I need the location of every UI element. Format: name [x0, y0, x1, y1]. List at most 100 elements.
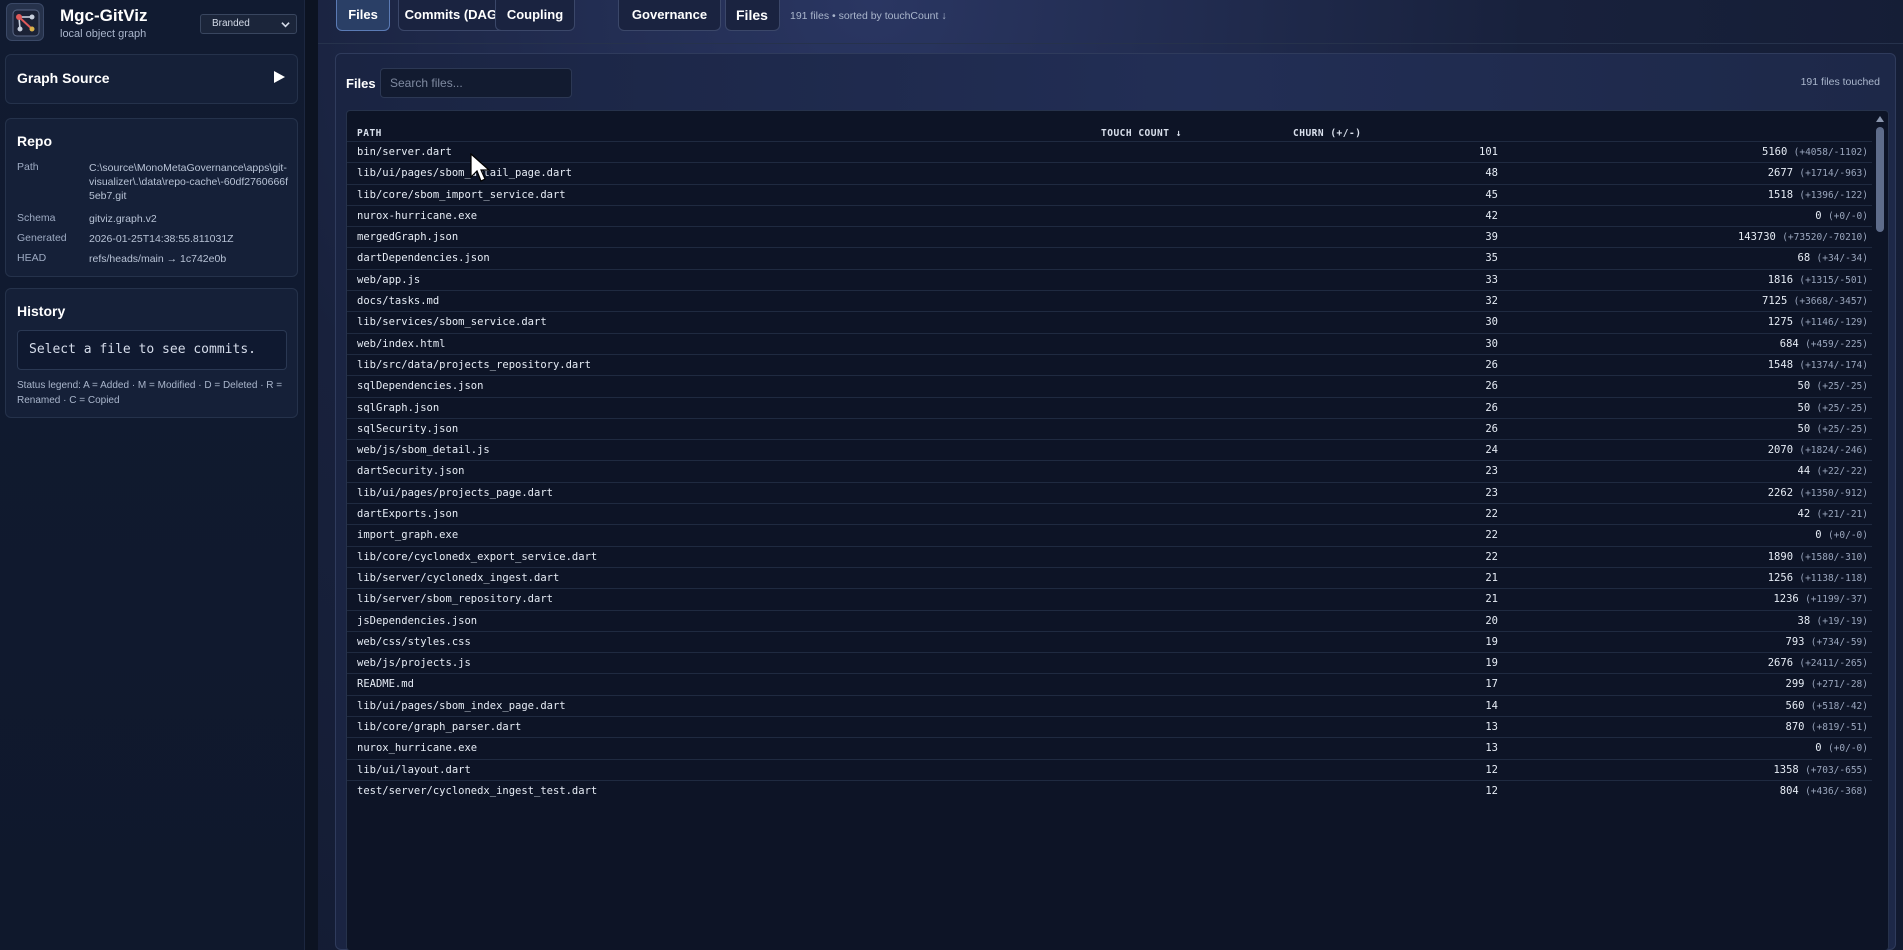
table-row[interactable]: dartDependencies.json 35 68 (+34/-34) [347, 247, 1872, 268]
table-row[interactable]: web/css/styles.css 19 793 (+734/-59) [347, 630, 1872, 652]
table-row[interactable]: test/server/cyclonedx_ingest_test.dart 12… [347, 779, 1872, 801]
churn-delta: (+25/-25) [1816, 381, 1868, 393]
tab-governance[interactable]: Governance [618, 0, 721, 31]
table-row[interactable]: lib/ui/pages/sbom_index_page.dart 14 560 (… [347, 694, 1872, 716]
table-row[interactable]: nurox-hurricane.exe 42 0 (+0/-0) [347, 204, 1872, 226]
churn-cell: 50 (+25/-25) [1798, 423, 1868, 435]
theme-select[interactable]: Branded [200, 14, 297, 34]
table-row[interactable]: lib/core/sbom_import_service.dart 45 1518 … [347, 183, 1872, 205]
churn-delta: (+459/-225) [1805, 338, 1868, 350]
churn-total: 1816 [1767, 273, 1794, 286]
touch-count: 24 [1485, 444, 1498, 457]
column-header-touch-count[interactable]: TOUCH COUNT ↓ [1101, 128, 1182, 139]
file-path: lib/ui/layout.dart [357, 763, 471, 776]
churn-total: 870 [1785, 721, 1805, 734]
churn-cell: 684 (+459/-225) [1780, 338, 1868, 350]
table-row[interactable]: dartExports.json 22 42 (+21/-21) [347, 503, 1872, 524]
table-row[interactable]: sqlGraph.json 26 50 (+25/-25) [347, 396, 1872, 418]
table-row[interactable]: web/app.js 33 1816 (+1315/-501) [347, 268, 1872, 290]
table-row[interactable]: lib/core/graph_parser.dart 13 870 (+819/-5… [347, 716, 1872, 737]
churn-delta: (+819/-51) [1810, 722, 1868, 734]
churn-total: 44 [1797, 465, 1811, 478]
table-row[interactable]: sqlDependencies.json 26 50 (+25/-25) [347, 375, 1872, 396]
table-row[interactable]: bin/server.dart 101 5160 (+4058/-1102) [347, 141, 1872, 162]
touch-count: 21 [1485, 593, 1498, 606]
file-path: lib/services/sbom_service.dart [357, 316, 547, 329]
touch-count: 26 [1485, 380, 1498, 393]
repo-schema-label: Schema [17, 212, 56, 224]
column-header-churn[interactable]: CHURN (+/-) [1293, 128, 1361, 139]
column-header-path[interactable]: PATH [357, 128, 382, 139]
file-path: sqlGraph.json [357, 401, 440, 414]
churn-total: 684 [1779, 337, 1799, 350]
table-row[interactable]: jsDependencies.json 20 38 (+19/-19) [347, 609, 1872, 631]
file-path: lib/core/cyclonedx_export_service.dart [357, 550, 598, 563]
graph-source-card[interactable]: Graph Source [5, 54, 298, 104]
table-row[interactable]: docs/tasks.md 32 7125 (+3668/-3457) [347, 290, 1872, 311]
table-row[interactable]: web/js/sbom_detail.js 24 2070 (+1824/-246) [347, 439, 1872, 460]
touch-count: 19 [1485, 657, 1498, 670]
churn-cell: 1518 (+1396/-122) [1768, 189, 1868, 201]
table-row[interactable]: web/js/projects.js 19 2676 (+2411/-265) [347, 652, 1872, 673]
churn-delta: (+0/-0) [1827, 743, 1868, 755]
files-panel: Files 191 files touched PATH TOUCH COUNT… [335, 53, 1896, 950]
chevron-down-icon [281, 22, 290, 28]
churn-cell: 50 (+25/-25) [1798, 402, 1868, 414]
churn-total: 1548 [1767, 358, 1794, 371]
table-row[interactable]: lib/services/sbom_service.dart 30 1275 (+1… [347, 311, 1872, 332]
touch-count: 26 [1485, 422, 1498, 435]
tab-coupling[interactable]: Coupling [495, 0, 575, 31]
tab-files[interactable]: Files [336, 0, 390, 31]
churn-total: 2070 [1767, 444, 1794, 457]
file-path: dartSecurity.json [357, 465, 465, 478]
table-row[interactable]: nurox_hurricane.exe 13 0 (+0/-0) [347, 737, 1872, 758]
context-label: Files [725, 0, 780, 31]
churn-total: 2676 [1767, 657, 1794, 670]
table-row[interactable]: lib/ui/pages/projects_page.dart 23 2262 (+… [347, 481, 1872, 503]
churn-delta: (+703/-655) [1805, 764, 1868, 776]
caret-up-icon[interactable] [1876, 116, 1884, 122]
churn-cell: 143730 (+73520/-70210) [1738, 231, 1868, 243]
graph-source-title: Graph Source [17, 70, 110, 86]
scroll-thumb[interactable] [1876, 127, 1884, 232]
churn-total: 299 [1785, 678, 1805, 691]
table-row[interactable]: lib/src/data/projects_repository.dart 26 1… [347, 353, 1872, 375]
play-icon[interactable] [274, 71, 285, 83]
table-row[interactable]: web/index.html 30 684 (+459/-225) [347, 332, 1872, 354]
tab-commits-dag[interactable]: Commits (DAG) [398, 0, 508, 31]
touch-count: 20 [1485, 614, 1498, 627]
table-row[interactable]: lib/server/sbom_repository.dart 21 1236 (+… [347, 588, 1872, 609]
repo-generated-value: 2026-01-25T14:38:55.811031Z [89, 233, 234, 245]
app-subtitle: local object graph [60, 28, 147, 40]
file-path: web/app.js [357, 273, 421, 286]
file-path: web/js/sbom_detail.js [357, 444, 490, 457]
search-input[interactable] [380, 68, 572, 98]
table-row[interactable]: sqlSecurity.json 26 50 (+25/-25) [347, 417, 1872, 439]
touch-count: 30 [1485, 316, 1498, 329]
churn-cell: 299 (+271/-28) [1786, 678, 1869, 690]
churn-total: 50 [1797, 401, 1811, 414]
churn-total: 1890 [1767, 550, 1794, 563]
table-row[interactable]: lib/ui/pages/sbom_detail_page.dart 48 2677… [347, 162, 1872, 183]
table-row[interactable]: import_graph.exe 22 0 (+0/-0) [347, 524, 1872, 545]
touch-count: 23 [1485, 465, 1498, 478]
table-row[interactable]: lib/core/cyclonedx_export_service.dart 22… [347, 545, 1872, 567]
table-row[interactable]: lib/server/cyclonedx_ingest.dart 21 1256 (… [347, 566, 1872, 588]
vertical-scrollbar[interactable] [1872, 111, 1888, 950]
churn-cell: 1236 (+1199/-37) [1773, 593, 1868, 605]
touch-count: 32 [1485, 295, 1498, 308]
churn-cell: 1816 (+1315/-501) [1768, 274, 1868, 286]
touch-count: 23 [1485, 486, 1498, 499]
churn-delta: (+271/-28) [1810, 679, 1868, 691]
table-row[interactable]: mergedGraph.json 39 143730 (+73520/-70210) [347, 226, 1872, 247]
brand-header: Mgc-GitViz local object graph Branded [6, 3, 301, 43]
churn-cell: 870 (+819/-51) [1786, 721, 1869, 733]
churn-total: 793 [1785, 635, 1805, 648]
table-body: bin/server.dart 101 5160 (+4058/-1102) lib/… [347, 141, 1872, 801]
churn-delta: (+1315/-501) [1799, 274, 1868, 286]
churn-cell: 1548 (+1374/-174) [1768, 359, 1868, 371]
table-row[interactable]: dartSecurity.json 23 44 (+22/-22) [347, 460, 1872, 481]
sidebar-divider[interactable] [305, 0, 318, 950]
table-row[interactable]: lib/ui/layout.dart 12 1358 (+703/-655) [347, 758, 1872, 780]
table-row[interactable]: README.md 17 299 (+271/-28) [347, 673, 1872, 694]
